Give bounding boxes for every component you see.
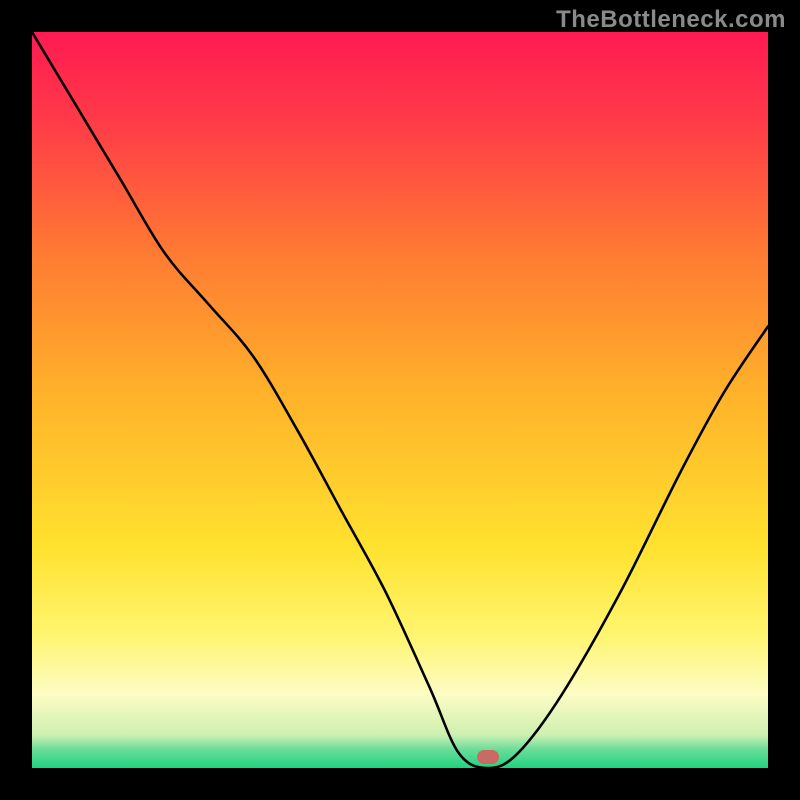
gradient-background [32,32,768,768]
optimal-point-marker [477,750,499,764]
watermark-text: TheBottleneck.com [556,6,786,34]
chart-canvas [32,32,768,768]
chart-frame: TheBottleneck.com [0,0,800,800]
